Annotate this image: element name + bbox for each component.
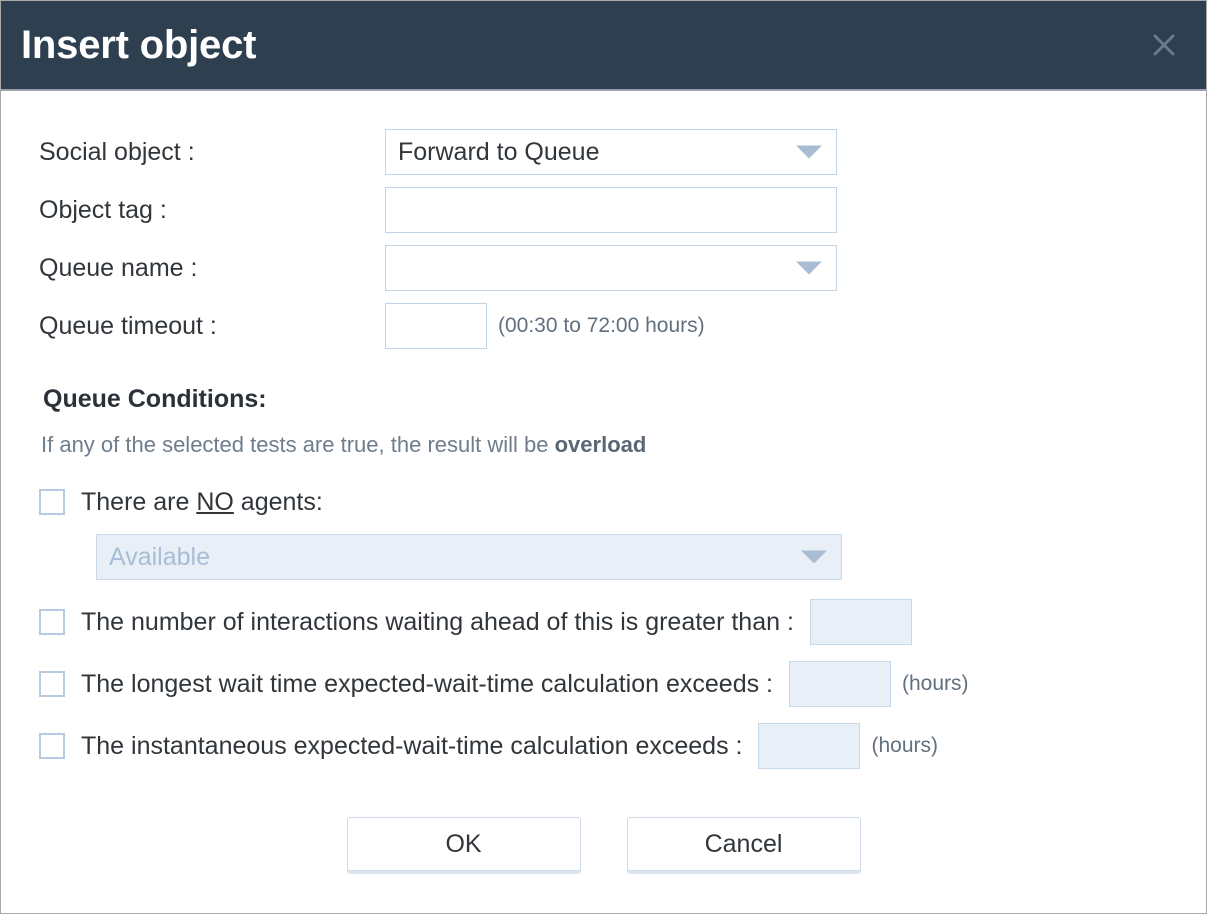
chevron-down-icon [796,261,822,275]
instantaneous-wait-suffix: (hours) [871,734,939,757]
close-icon[interactable] [1144,25,1184,65]
queue-conditions-title: Queue Conditions: [43,385,267,413]
queue-name-select[interactable] [385,245,837,291]
dialog-titlebar: Insert object [1,1,1206,91]
subtitle-emphasis: overload [554,432,647,457]
condition-label-instantaneous-wait: The instantaneous expected-wait-time cal… [81,731,743,760]
insert-object-dialog: Insert object Social object : Forward to… [0,0,1207,914]
checkbox-longest-wait[interactable] [39,671,65,697]
label-underline: NO [196,487,234,516]
queue-timeout-hint: (00:30 to 72:00 hours) [498,314,705,337]
condition-label-interactions-waiting: The number of interactions waiting ahead… [81,607,794,636]
checkbox-interactions-waiting[interactable] [39,609,65,635]
longest-wait-suffix: (hours) [902,672,969,695]
social-object-select[interactable]: Forward to Queue [385,129,837,175]
object-tag-label: Object tag : [39,195,167,224]
social-object-value: Forward to Queue [398,137,600,166]
queue-timeout-input[interactable] [385,303,487,349]
field-row-object-tag: Object tag : [1,181,1206,239]
dialog-footer: OK Cancel [1,817,1206,871]
dialog-body: Social object : Forward to Queue Object … [1,91,1206,913]
subtitle-prefix: If any of the selected tests are true, t… [41,432,555,457]
form-fields: Social object : Forward to Queue Object … [1,91,1206,355]
agent-status-value: Available [109,542,211,571]
queue-timeout-label: Queue timeout : [39,311,217,340]
condition-row-instantaneous-wait: The instantaneous expected-wait-time cal… [1,720,1206,772]
no-agents-select-wrapper: Available [1,534,1206,580]
condition-row-interactions-waiting: The number of interactions waiting ahead… [1,596,1206,648]
chevron-down-icon [801,550,827,564]
longest-wait-input[interactable] [789,661,891,707]
queue-conditions-subtitle: If any of the selected tests are true, t… [1,432,1206,458]
cancel-button[interactable]: Cancel [626,817,861,871]
condition-row-no-agents: There are NO agents: [1,476,1206,528]
label-after: agents: [233,487,323,516]
social-object-label: Social object : [39,137,195,166]
condition-label-longest-wait: The longest wait time expected-wait-time… [81,669,773,698]
checkbox-instantaneous-wait[interactable] [39,733,65,759]
label-before: There are [81,487,197,516]
dialog-title: Insert object [21,23,257,67]
field-row-queue-name: Queue name : [1,239,1206,297]
queue-name-label: Queue name : [39,253,198,282]
chevron-down-icon [796,145,822,159]
condition-label-no-agents: There are NO agents: [81,488,323,517]
field-row-queue-timeout: Queue timeout : (00:30 to 72:00 hours) [1,297,1206,355]
field-row-social-object: Social object : Forward to Queue [1,123,1206,181]
agent-status-select[interactable]: Available [96,534,842,580]
ok-button[interactable]: OK [346,817,581,871]
checkbox-no-agents[interactable] [39,489,65,515]
instantaneous-wait-input[interactable] [758,723,861,769]
object-tag-input[interactable] [385,187,837,233]
condition-row-longest-wait: The longest wait time expected-wait-time… [1,658,1206,710]
queue-conditions-section: Queue Conditions: If any of the selected… [1,385,1206,772]
interactions-waiting-input[interactable] [809,599,912,645]
